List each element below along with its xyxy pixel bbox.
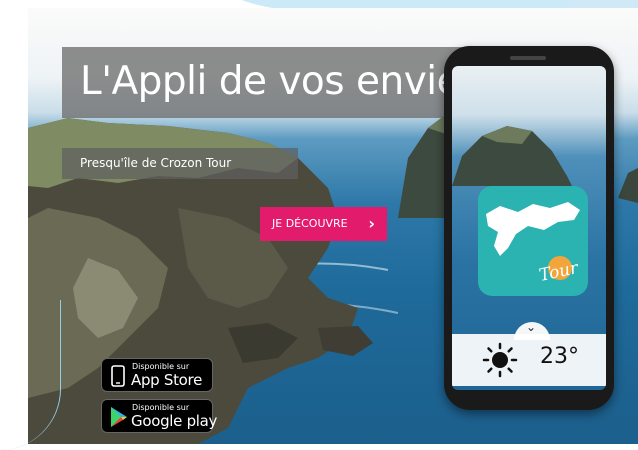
phone-screen: Tour ⌄ 23°: [452, 66, 606, 390]
discover-button[interactable]: JE DÉCOUVRE ›: [260, 207, 387, 241]
chevron-down-icon: ⌄: [526, 320, 537, 334]
map-silhouette-icon: [486, 202, 580, 280]
subtitle-banner: Presqu'île de Crozon Tour: [62, 148, 298, 179]
subtitle-text: Presqu'île de Crozon Tour: [80, 156, 232, 170]
headline-text: L'Appli de vos envies !: [80, 59, 507, 104]
discover-button-label: JE DÉCOUVRE: [272, 217, 348, 230]
sun-icon: [482, 342, 518, 378]
google-play-badge[interactable]: Disponible sur Google play: [101, 399, 217, 433]
google-play-small-text: Disponible sur: [132, 403, 190, 412]
chevron-right-icon: ›: [368, 214, 375, 233]
temperature-value: 23°: [540, 344, 579, 369]
app-icon-tile: Tour: [478, 186, 588, 296]
phone-scenery: [452, 126, 572, 186]
phone-mockup: Tour ⌄ 23°: [444, 46, 614, 410]
app-store-big-text: App Store: [131, 371, 203, 389]
google-play-icon: [111, 407, 127, 427]
app-store-badge[interactable]: Disponible sur App Store: [101, 358, 213, 392]
apple-icon: [111, 365, 125, 387]
phone-speaker: [510, 56, 546, 60]
app-store-small-text: Disponible sur: [132, 362, 190, 371]
weather-widget: 23°: [452, 334, 606, 386]
google-play-big-text: Google play: [131, 412, 218, 430]
